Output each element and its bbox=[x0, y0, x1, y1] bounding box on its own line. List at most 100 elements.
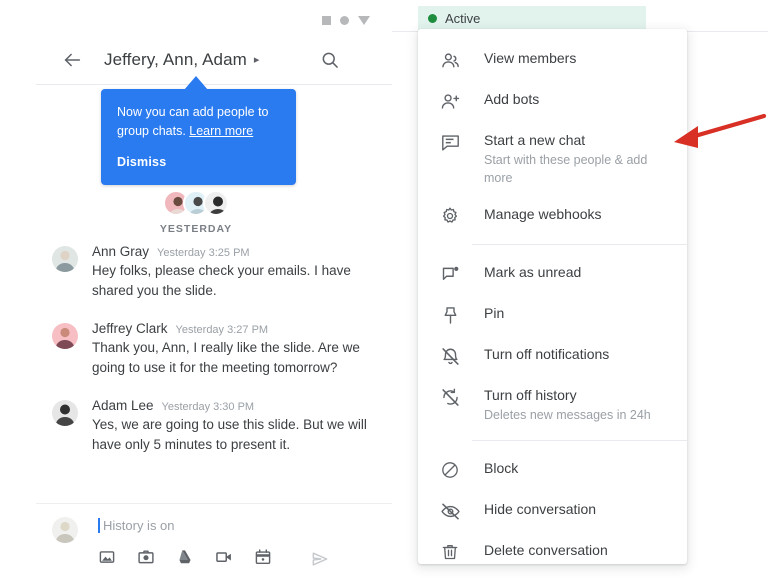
message-list: Ann Gray Yesterday 3:25 PM Hey folks, pl… bbox=[0, 244, 392, 475]
page-title: Jeffery, Ann, Adam bbox=[104, 50, 247, 69]
trash-icon bbox=[438, 540, 462, 564]
message-timestamp: Yesterday 3:30 PM bbox=[161, 401, 255, 413]
learn-more-link[interactable]: Learn more bbox=[189, 124, 253, 138]
menu-item-label: Start a new chat bbox=[484, 132, 586, 148]
chat-conversation-pane: Jeffery, Ann, Adam ▸ Now you can add peo… bbox=[0, 0, 392, 578]
member-avatar-cluster[interactable] bbox=[0, 190, 392, 216]
conversation-header: Jeffery, Ann, Adam ▸ bbox=[0, 40, 392, 80]
avatar bbox=[52, 400, 78, 426]
status-badge: Active bbox=[418, 6, 646, 30]
camera-icon[interactable] bbox=[137, 548, 155, 566]
message-item: Jeffrey Clark Yesterday 3:27 PM Thank yo… bbox=[0, 321, 392, 378]
menu-item-label: Pin bbox=[484, 305, 505, 321]
menu-item-text: Pin bbox=[484, 302, 673, 323]
chat-bubble-icon bbox=[438, 130, 462, 154]
message-body: Jeffrey Clark Yesterday 3:27 PM Thank yo… bbox=[92, 321, 372, 378]
menu-item-label: Turn off notifications bbox=[484, 346, 610, 362]
arrow-back-icon[interactable] bbox=[52, 40, 92, 80]
conversation-title-group[interactable]: Jeffery, Ann, Adam ▸ bbox=[104, 50, 259, 70]
message-timestamp: Yesterday 3:25 PM bbox=[157, 247, 250, 259]
block-icon bbox=[438, 458, 462, 482]
message-composer: History is on bbox=[0, 504, 392, 578]
message-meta: Adam Lee Yesterday 3:30 PM bbox=[92, 398, 372, 413]
menu-group-primary: View members Add bots Start a new chat S… bbox=[418, 29, 687, 236]
text-caret bbox=[98, 518, 100, 533]
menu-item-text: Turn off history Deletes new messages in… bbox=[484, 384, 673, 424]
menu-item-sublabel: Deletes new messages in 24h bbox=[484, 408, 651, 422]
menu-item-text: Manage webhooks bbox=[484, 203, 673, 224]
composer-action-bar bbox=[98, 548, 272, 566]
message-author: Ann Gray bbox=[92, 244, 150, 259]
square-indicator bbox=[322, 16, 331, 25]
menu-divider bbox=[472, 244, 687, 245]
menu-item-label: Hide conversation bbox=[484, 501, 597, 517]
video-call-icon[interactable] bbox=[215, 548, 233, 566]
message-timestamp: Yesterday 3:27 PM bbox=[175, 324, 269, 336]
menu-item-text: Hide conversation bbox=[484, 498, 673, 519]
status-dot-icon bbox=[428, 13, 437, 23]
mark-unread-icon bbox=[438, 262, 462, 286]
message-author: Adam Lee bbox=[92, 398, 154, 413]
menu-item-view-members[interactable]: View members bbox=[418, 39, 687, 80]
menu-item-text: Mark as unread bbox=[484, 261, 673, 282]
menu-item-start-a-new-chat[interactable]: Start a new chat Start with these people… bbox=[418, 121, 687, 195]
menu-item-block[interactable]: Block bbox=[418, 449, 687, 490]
message-item: Ann Gray Yesterday 3:25 PM Hey folks, pl… bbox=[0, 244, 392, 301]
menu-item-turn-off-history[interactable]: Turn off history Deletes new messages in… bbox=[418, 376, 687, 432]
coachmark-text: Now you can add people to group chats. L… bbox=[117, 103, 280, 141]
conversation-options-pane: Active View members Add bots Start a new… bbox=[392, 0, 768, 578]
menu-item-text: Turn off notifications bbox=[484, 343, 673, 364]
insert-image-icon[interactable] bbox=[98, 548, 116, 566]
menu-item-delete-conversation[interactable]: Delete conversation bbox=[418, 531, 687, 572]
triangle-down-indicator bbox=[358, 16, 370, 25]
menu-divider bbox=[472, 440, 687, 441]
history-off-icon bbox=[438, 385, 462, 409]
menu-item-text: Start a new chat Start with these people… bbox=[484, 129, 673, 187]
chevron-right-icon: ▸ bbox=[253, 53, 260, 66]
message-input[interactable]: History is on bbox=[98, 518, 175, 533]
menu-item-add-bots[interactable]: Add bots bbox=[418, 80, 687, 121]
menu-item-text: Add bots bbox=[484, 88, 673, 109]
menu-item-label: Turn off history bbox=[484, 387, 577, 403]
google-drive-icon[interactable] bbox=[176, 548, 194, 566]
message-text: Yes, we are going to use this slide. But… bbox=[92, 417, 367, 452]
avatar bbox=[52, 246, 78, 272]
notifications-off-icon bbox=[438, 344, 462, 368]
menu-item-turn-off-notifications[interactable]: Turn off notifications bbox=[418, 335, 687, 376]
message-meta: Jeffrey Clark Yesterday 3:27 PM bbox=[92, 321, 372, 336]
message-item: Adam Lee Yesterday 3:30 PM Yes, we are g… bbox=[0, 398, 392, 455]
menu-item-label: Delete conversation bbox=[484, 542, 608, 558]
menu-item-label: View members bbox=[484, 50, 577, 66]
people-icon bbox=[438, 48, 462, 72]
message-author: Jeffrey Clark bbox=[92, 321, 168, 336]
message-text: Thank you, Ann, I really like the slide.… bbox=[92, 340, 360, 375]
menu-item-text: Block bbox=[484, 457, 673, 478]
message-text: Hey folks, please check your emails. I h… bbox=[92, 263, 351, 298]
add-people-coachmark: Now you can add people to group chats. L… bbox=[101, 89, 296, 185]
avatar bbox=[52, 517, 78, 543]
menu-item-mark-as-unread[interactable]: Mark as unread bbox=[418, 253, 687, 294]
gear-icon bbox=[438, 204, 462, 228]
search-icon[interactable] bbox=[316, 46, 344, 74]
send-icon[interactable] bbox=[310, 549, 330, 574]
message-meta: Ann Gray Yesterday 3:25 PM bbox=[92, 244, 372, 259]
message-body: Adam Lee Yesterday 3:30 PM Yes, we are g… bbox=[92, 398, 372, 455]
menu-item-manage-webhooks[interactable]: Manage webhooks bbox=[418, 195, 687, 236]
coachmark-pointer bbox=[184, 76, 208, 90]
screenshot-root: Jeffery, Ann, Adam ▸ Now you can add peo… bbox=[0, 0, 768, 578]
avatar bbox=[52, 323, 78, 349]
menu-item-label: Mark as unread bbox=[484, 264, 582, 280]
menu-item-text: Delete conversation bbox=[484, 539, 673, 560]
hide-eye-icon bbox=[438, 499, 462, 523]
menu-group-destructive: Block Hide conversation Delete conversat… bbox=[418, 449, 687, 572]
person-add-icon bbox=[438, 89, 462, 113]
menu-group-conversation: Mark as unread Pin Turn off notification… bbox=[418, 253, 687, 432]
menu-item-pin[interactable]: Pin bbox=[418, 294, 687, 335]
menu-item-text: View members bbox=[484, 47, 673, 68]
header-divider bbox=[36, 84, 392, 85]
conversation-options-menu: View members Add bots Start a new chat S… bbox=[418, 29, 687, 564]
status-badge-label: Active bbox=[445, 10, 481, 26]
calendar-icon[interactable] bbox=[254, 548, 272, 566]
dismiss-button[interactable]: Dismiss bbox=[117, 155, 166, 169]
menu-item-hide-conversation[interactable]: Hide conversation bbox=[418, 490, 687, 531]
